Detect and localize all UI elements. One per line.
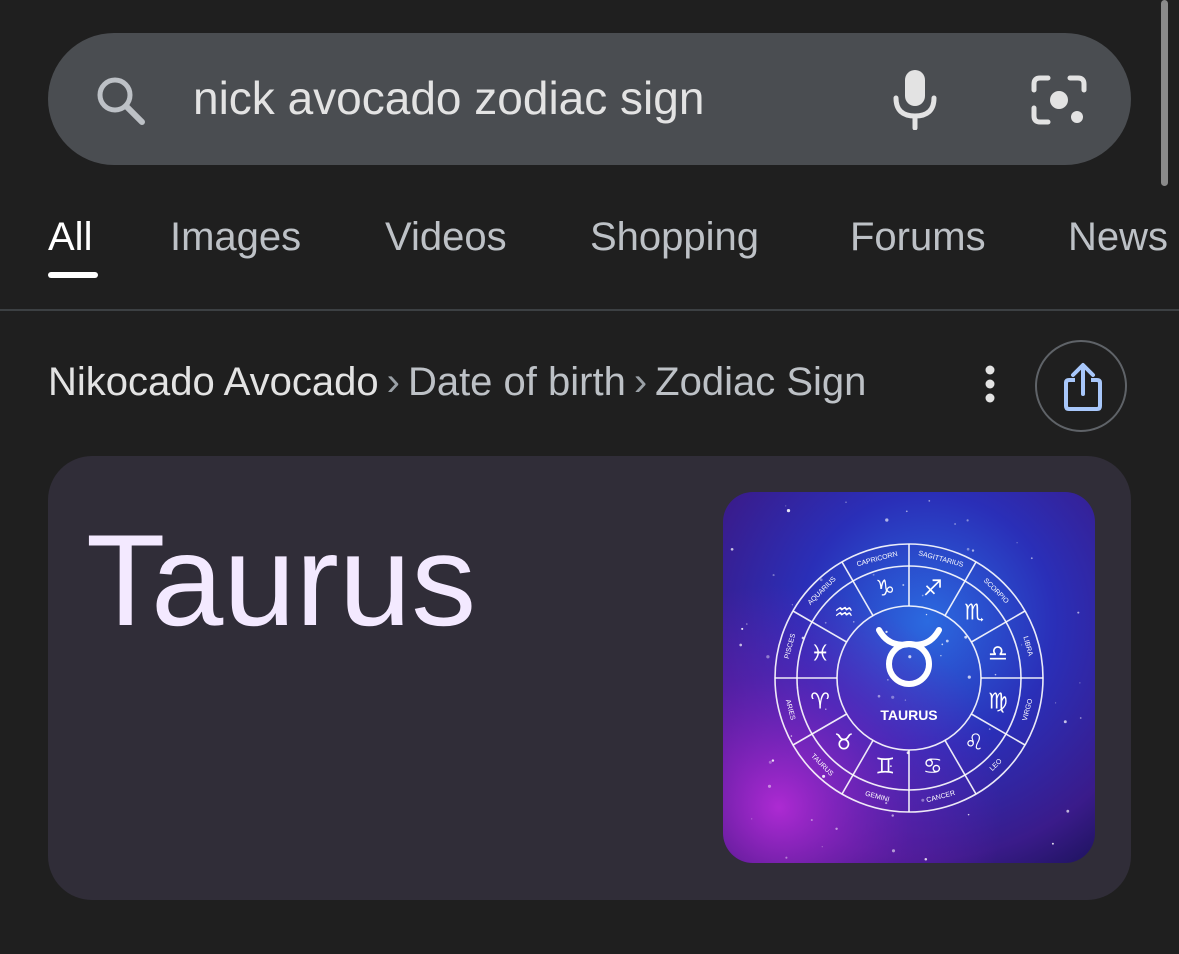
star-dot <box>746 623 748 625</box>
star-dot <box>902 584 905 586</box>
star-dot <box>925 613 928 616</box>
wheel-sign-symbol: ♌ <box>964 731 984 756</box>
breadcrumb: Nikocado Avocado › Date of birth › Zodiac Si… <box>48 358 866 406</box>
star-dot <box>824 621 827 624</box>
wheel-sign-symbol: ♒ <box>834 600 854 625</box>
wheel-sign-symbol: ♋ <box>923 754 943 779</box>
wheel-sign-symbol: ♐ <box>923 577 943 602</box>
star-dot <box>954 523 957 525</box>
star-dot <box>785 505 787 507</box>
wheel-sign-symbol: ♈ <box>810 689 830 714</box>
star-dot <box>1079 717 1082 719</box>
star-dot <box>772 574 775 577</box>
star-dot <box>1066 809 1070 813</box>
wheel-sign-symbol: ♑ <box>875 577 895 602</box>
star-dot <box>966 547 970 551</box>
star-dot <box>877 694 881 698</box>
star-dot <box>1077 611 1080 614</box>
star-dot <box>730 547 734 551</box>
divider <box>0 309 1179 311</box>
star-dot <box>741 627 744 630</box>
tab-images[interactable]: Images <box>170 213 301 261</box>
star-dot <box>905 510 908 513</box>
star-dot <box>771 759 775 762</box>
star-dot <box>822 774 826 778</box>
star-dot <box>768 760 772 764</box>
star-dot <box>872 573 875 576</box>
star-dot <box>967 813 970 816</box>
star-dot <box>1079 682 1081 684</box>
star-dot <box>1021 644 1023 646</box>
star-dot <box>966 519 969 522</box>
tab-forums[interactable]: Forums <box>850 213 986 261</box>
star-dot <box>766 655 770 659</box>
breadcrumb-separator: › <box>386 360 400 404</box>
more-vert-icon[interactable] <box>976 362 1004 406</box>
breadcrumb-separator: › <box>633 360 648 404</box>
star-dot <box>1055 702 1057 704</box>
star-dot <box>891 695 895 699</box>
star-dot <box>908 655 912 659</box>
wheel-center-label: TAURUS <box>880 707 937 723</box>
star-dot <box>885 630 888 634</box>
search-icon[interactable] <box>92 72 148 128</box>
wheel-sign-symbol: ♎ <box>988 642 1008 667</box>
star-dot <box>988 728 991 730</box>
wheel-sign-symbol: ♉ <box>834 731 854 756</box>
star-dot <box>1063 720 1067 724</box>
star-dot <box>891 814 894 817</box>
star-dot <box>994 673 997 676</box>
star-dot <box>1016 542 1018 544</box>
zodiac-wheel-image[interactable]: CAPRICORN SAGITTARIUS SCORPIO LIBRA VIRGO LEO… <box>723 492 1095 863</box>
star-dot <box>928 500 931 502</box>
star-dot <box>887 679 889 681</box>
scrollbar[interactable] <box>1161 0 1168 186</box>
active-tab-indicator <box>48 272 98 278</box>
tab-shopping[interactable]: Shopping <box>590 213 759 261</box>
star-dot <box>941 643 944 646</box>
wheel-sign-symbol: ♍ <box>988 689 1008 714</box>
search-input[interactable]: nick avocado zodiac sign <box>193 70 704 126</box>
star-dot <box>891 849 896 853</box>
star-dot <box>971 549 975 552</box>
star-dot <box>945 639 949 643</box>
star-dot <box>845 501 847 503</box>
star-dot <box>940 655 942 657</box>
star-dot <box>924 858 928 861</box>
wheel-sign-symbol: ♏ <box>964 600 984 625</box>
star-dot <box>785 856 788 859</box>
star-dot <box>921 798 925 802</box>
tab-videos[interactable]: Videos <box>385 213 507 261</box>
star-dot <box>767 784 772 788</box>
breadcrumb-property[interactable]: Zodiac Sign <box>655 360 866 404</box>
mic-icon[interactable] <box>890 68 940 130</box>
star-dot <box>810 818 813 822</box>
star-dot <box>790 735 793 737</box>
star-dot <box>821 846 823 848</box>
star-dot <box>1030 557 1033 560</box>
star-dot <box>835 827 838 831</box>
breadcrumb-entity[interactable]: Nikocado Avocado <box>48 360 379 404</box>
star-dot <box>885 518 889 522</box>
wheel-sign-symbol: ♊ <box>875 754 895 779</box>
star-dot <box>904 699 907 701</box>
share-button[interactable] <box>1035 340 1127 432</box>
star-dot <box>739 643 743 647</box>
star-dot <box>819 578 823 582</box>
search-tabs: All Images Videos Shopping Forums News <box>0 205 1179 285</box>
camera-lens-icon[interactable] <box>1030 72 1088 128</box>
share-icon <box>1064 363 1102 411</box>
tab-all[interactable]: All <box>48 213 92 261</box>
star-dot <box>791 604 793 606</box>
star-dot <box>1051 842 1054 845</box>
wheel-sign-symbol: ♓ <box>810 642 830 667</box>
tab-news[interactable]: News <box>1068 213 1168 261</box>
star-dot <box>751 818 753 820</box>
answer-text: Taurus <box>86 507 477 653</box>
breadcrumb-attribute[interactable]: Date of birth <box>408 360 626 404</box>
star-dot <box>967 675 971 679</box>
star-dot <box>786 508 791 513</box>
